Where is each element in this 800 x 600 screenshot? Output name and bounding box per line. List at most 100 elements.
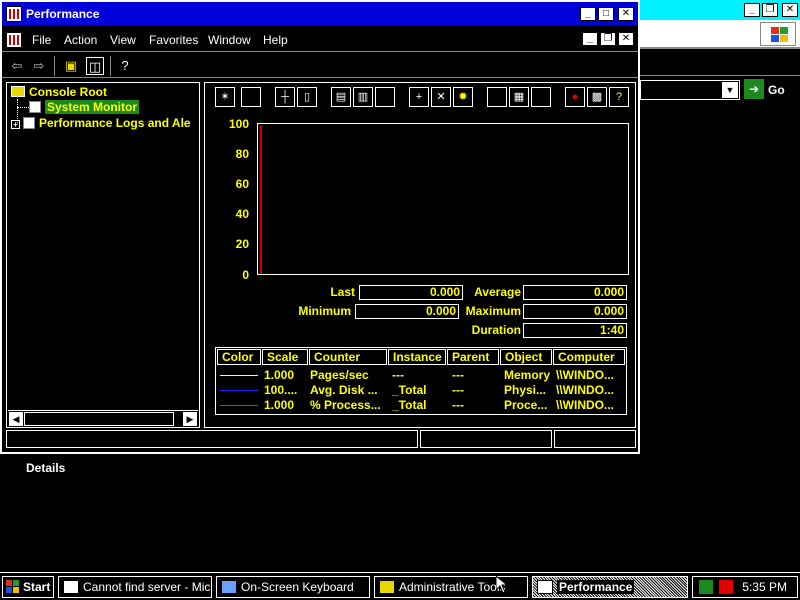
menu-view[interactable]: View (110, 33, 136, 47)
legend-row[interactable]: 1.000 Pages/sec --- --- Memory \\WINDO..… (216, 368, 626, 383)
bg-close-button[interactable]: ✕ (782, 3, 798, 17)
system-monitor-pane: ✶ ┼ ▯ ▤ ▥ + ✕ ✹ ▦ ● ▩ ? 100 80 60 40 20 … (204, 82, 636, 428)
copy-properties-icon[interactable] (487, 87, 507, 107)
highlight-icon[interactable]: ✹ (453, 87, 473, 107)
status-bar (2, 428, 638, 452)
keyboard-icon (221, 580, 237, 594)
address-combo[interactable]: ▼ (640, 80, 740, 100)
help-icon[interactable]: ? (609, 87, 629, 107)
toolbar-separator (54, 56, 55, 76)
up-folder-icon[interactable]: ▣ (62, 57, 80, 75)
legend-parent: --- (452, 398, 464, 412)
console-tree: Console Root System Monitor + Performance… (6, 82, 200, 428)
last-value: 0.000 (359, 285, 463, 300)
start-label: Start (23, 580, 51, 594)
add-counter-icon[interactable]: + (409, 87, 429, 107)
freeze-display-icon[interactable]: ● (565, 87, 585, 107)
tree-system-monitor[interactable]: System Monitor (29, 100, 140, 114)
y-tick-label: 0 (242, 268, 249, 282)
scroll-thumb[interactable] (24, 412, 174, 426)
graph-current-time-bar (260, 126, 262, 274)
y-tick-label: 40 (235, 207, 249, 221)
tree-performance-logs[interactable]: + Performance Logs and Ale (11, 116, 191, 130)
legend-header-scale[interactable]: Scale (262, 349, 308, 365)
close-button[interactable]: ✕ (618, 7, 634, 21)
address-dropdown-icon[interactable]: ▼ (722, 82, 738, 98)
performance-app-icon[interactable] (6, 6, 22, 22)
tree-connector (17, 107, 29, 108)
legend-scale: 1.000 (264, 398, 295, 412)
performance-app-icon (537, 580, 553, 594)
minimize-button[interactable]: _ (580, 7, 596, 21)
scroll-left-icon[interactable]: ◀ (9, 412, 23, 426)
menu-help[interactable]: Help (263, 33, 288, 47)
task-on-screen-keyboard[interactable]: On-Screen Keyboard (216, 576, 370, 598)
folder-icon (379, 580, 395, 594)
start-button[interactable]: Start (2, 576, 54, 598)
update-data-icon[interactable]: ▩ (587, 87, 607, 107)
main-toolbar: ⇦ ⇨ ▣ ◫ ? (2, 54, 638, 78)
view-graph-icon[interactable]: ▤ (331, 87, 351, 107)
show-tree-icon[interactable]: ◫ (86, 57, 104, 75)
menu-window[interactable]: Window (208, 33, 251, 47)
toolbar-separator (110, 56, 111, 76)
go-button[interactable]: ➔ Go (744, 79, 796, 101)
window-titlebar[interactable]: Performance _ □ ✕ (2, 2, 638, 26)
maximize-button[interactable]: □ (598, 7, 614, 21)
paste-counter-list-icon[interactable]: ▦ (509, 87, 529, 107)
legend-object: Memory (504, 368, 551, 382)
legend-header-parent[interactable]: Parent (447, 349, 499, 365)
tree-label: System Monitor (45, 100, 140, 114)
legend-header-counter[interactable]: Counter (309, 349, 387, 365)
security-shield-icon[interactable] (719, 580, 733, 594)
new-counter-set-icon[interactable]: ✶ (215, 87, 235, 107)
legend-parent: --- (452, 383, 464, 397)
windows-flag-icon (6, 580, 20, 594)
bg-restore-button[interactable]: ❐ (762, 3, 778, 17)
forward-arrow-icon[interactable]: ⇨ (30, 57, 48, 75)
child-close-button[interactable]: ✕ (618, 32, 634, 46)
legend-header-object[interactable]: Object (500, 349, 552, 365)
legend-computer: \\WINDO... (556, 398, 614, 412)
clock[interactable]: 5:35 PM (742, 577, 787, 597)
expand-icon[interactable]: + (11, 120, 20, 129)
duration-value: 1:40 (523, 323, 627, 338)
legend-row[interactable]: 1.000 % Process... _Total --- Proce... \… (216, 398, 626, 413)
delete-counter-icon[interactable]: ✕ (431, 87, 451, 107)
details-label: Details (26, 461, 66, 475)
go-label: Go (768, 83, 785, 97)
legend-header-color[interactable]: Color (217, 349, 261, 365)
network-icon[interactable] (699, 580, 713, 594)
clear-display-icon[interactable] (241, 87, 261, 107)
scroll-right-icon[interactable]: ▶ (183, 412, 197, 426)
help-page-icon[interactable]: ? (116, 57, 134, 75)
legend-header-computer[interactable]: Computer (553, 349, 625, 365)
back-arrow-icon[interactable]: ⇦ (8, 57, 26, 75)
menu-action[interactable]: Action (64, 33, 97, 47)
duration-label: Duration (471, 323, 521, 337)
minimum-label: Minimum (298, 304, 351, 318)
properties-icon[interactable] (531, 87, 551, 107)
task-internet-explorer[interactable]: Cannot find server - Micr... (58, 576, 212, 598)
legend-scale: 1.000 (264, 368, 295, 382)
legend-computer: \\WINDO... (556, 383, 614, 397)
view-report-icon[interactable] (375, 87, 395, 107)
view-current-activity-icon[interactable]: ┼ (275, 87, 295, 107)
menu-file[interactable]: File (32, 33, 51, 47)
legend-color-swatch (220, 390, 258, 391)
child-minimize-button[interactable]: _ (582, 32, 598, 46)
view-histogram-icon[interactable]: ▥ (353, 87, 373, 107)
tree-console-root[interactable]: Console Root (11, 85, 107, 99)
legend-row[interactable]: 100.... Avg. Disk ... _Total --- Physi..… (216, 383, 626, 398)
tree-horizontal-scrollbar[interactable]: ◀ ▶ (8, 410, 198, 426)
view-log-data-icon[interactable]: ▯ (297, 87, 317, 107)
console-child-icon[interactable] (6, 32, 22, 48)
menu-favorites[interactable]: Favorites (149, 33, 198, 47)
child-restore-button[interactable]: ❐ (600, 32, 616, 46)
task-performance[interactable]: Performance (532, 576, 688, 598)
bg-minimize-button[interactable]: _ (744, 3, 760, 17)
mouse-cursor-icon (496, 576, 508, 594)
legend-scale: 100.... (264, 383, 298, 397)
legend-header-instance[interactable]: Instance (388, 349, 446, 365)
performance-graph[interactable] (257, 123, 629, 275)
